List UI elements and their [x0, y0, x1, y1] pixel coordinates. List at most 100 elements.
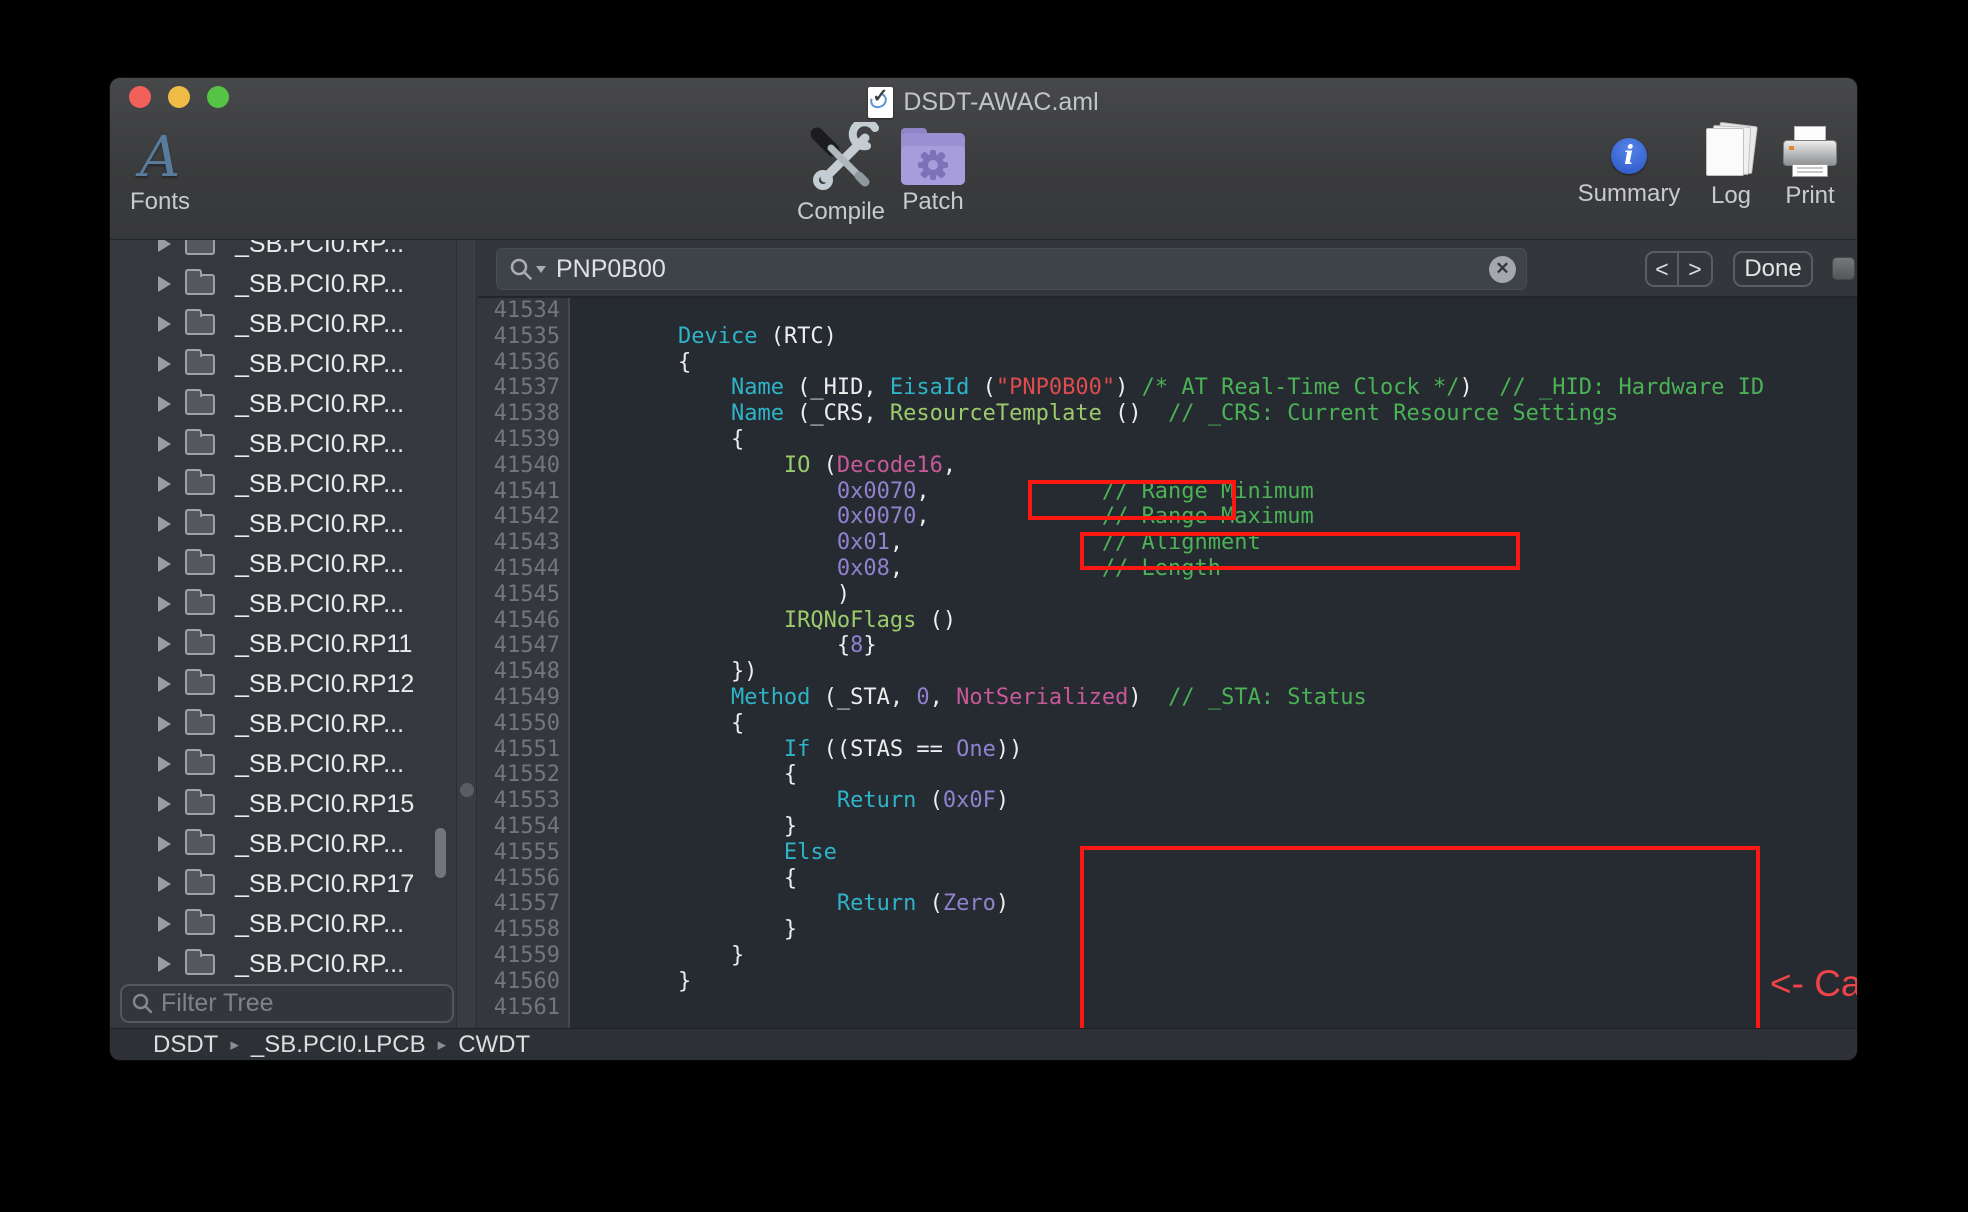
tree-row[interactable]: _SB.PCI0.RP17	[110, 864, 456, 904]
line-number: 41540	[478, 453, 560, 479]
code-line: Else	[572, 840, 1857, 866]
disclosure-triangle-icon[interactable]	[158, 596, 171, 612]
find-previous-button[interactable]: <	[1647, 253, 1679, 285]
folder-icon	[185, 954, 215, 975]
minimize-button[interactable]	[168, 86, 190, 108]
filter-field[interactable]	[120, 984, 454, 1023]
tree-item-label: _SB.PCI0.RP...	[235, 240, 404, 259]
disclosure-triangle-icon[interactable]	[158, 276, 171, 292]
toolbar-compile-button[interactable]: Compile	[796, 122, 886, 226]
tree-item-label: _SB.PCI0.RP...	[235, 550, 404, 579]
disclosure-triangle-icon[interactable]	[158, 556, 171, 572]
find-next-button[interactable]: >	[1679, 253, 1711, 285]
line-number: 41542	[478, 504, 560, 530]
disclosure-triangle-icon[interactable]	[158, 716, 171, 732]
disclosure-triangle-icon[interactable]	[158, 516, 171, 532]
tree-row[interactable]: _SB.PCI0.RP...	[110, 744, 456, 784]
tree-row[interactable]: _SB.PCI0.RP...	[110, 264, 456, 304]
code-lines: Device (RTC) { Name (_HID, EisaId ("PNP0…	[572, 298, 1857, 1028]
disclosure-triangle-icon[interactable]	[158, 240, 171, 252]
line-number: 41547	[478, 633, 560, 659]
sidebar-scrollbar[interactable]	[435, 828, 446, 878]
disclosure-triangle-icon[interactable]	[158, 476, 171, 492]
tree-row[interactable]: _SB.PCI0.RP...	[110, 824, 456, 864]
annotation-note: <- Can easily be enabled	[1770, 963, 1857, 1005]
disclosure-triangle-icon[interactable]	[158, 316, 171, 332]
disclosure-triangle-icon[interactable]	[158, 396, 171, 412]
tree-row[interactable]: _SB.PCI0.RP12	[110, 664, 456, 704]
folder-icon	[185, 274, 215, 295]
disclosure-triangle-icon[interactable]	[158, 356, 171, 372]
splitter-handle-icon[interactable]	[460, 783, 474, 797]
folder-icon	[185, 394, 215, 415]
disclosure-triangle-icon[interactable]	[158, 836, 171, 852]
toolbar-log-button[interactable]: Log	[1701, 124, 1761, 210]
folder-icon	[185, 874, 215, 895]
toolbar-fonts-button[interactable]: A Fonts	[124, 130, 196, 216]
editor-pane: ✕ < > Done Replace 415344153541536415374…	[478, 240, 1857, 1028]
line-number: 41536	[478, 350, 560, 376]
breadcrumb-root[interactable]: DSDT	[153, 1031, 218, 1059]
tree-row[interactable]: _SB.PCI0.RP...	[110, 944, 456, 980]
tree-row[interactable]: _SB.PCI0.RP...	[110, 344, 456, 384]
toolbar-patch-button[interactable]: Patch	[898, 128, 968, 216]
line-number: 41556	[478, 866, 560, 892]
line-number: 41548	[478, 659, 560, 685]
find-input[interactable]	[556, 255, 1489, 284]
tree-row[interactable]: _SB.PCI0.RP...	[110, 240, 456, 264]
close-button[interactable]	[129, 86, 151, 108]
code-line: {	[572, 350, 1857, 376]
tree-row[interactable]: _SB.PCI0.RP...	[110, 304, 456, 344]
app-window: ✓ DSDT-AWAC.aml A Fonts Compile	[110, 78, 1857, 1060]
breadcrumb-separator-icon: ▸	[230, 1035, 239, 1055]
find-field[interactable]: ✕	[496, 248, 1527, 290]
tree-row[interactable]: _SB.PCI0.RP11	[110, 624, 456, 664]
search-scope-chevron-icon[interactable]	[536, 266, 546, 273]
folder-icon	[185, 674, 215, 695]
code-line: IRQNoFlags ()	[572, 608, 1857, 634]
folder-icon	[185, 514, 215, 535]
tree-item-label: _SB.PCI0.RP12	[235, 670, 414, 699]
code-line: 0x0070, // Range Minimum	[572, 479, 1857, 505]
code-editor[interactable]: 4153441535415364153741538415394154041541…	[478, 298, 1857, 1028]
tree-row[interactable]: _SB.PCI0.RP...	[110, 544, 456, 584]
disclosure-triangle-icon[interactable]	[158, 916, 171, 932]
line-number: 41534	[478, 298, 560, 324]
compile-icon	[801, 122, 881, 196]
disclosure-triangle-icon[interactable]	[158, 956, 171, 972]
zoom-button[interactable]	[207, 86, 229, 108]
line-number: 41545	[478, 582, 560, 608]
disclosure-triangle-icon[interactable]	[158, 436, 171, 452]
code-line: 0x0070, // Range Maximum	[572, 504, 1857, 530]
disclosure-triangle-icon[interactable]	[158, 676, 171, 692]
breadcrumb-leaf[interactable]: CWDT	[458, 1031, 530, 1059]
code-line: {8}	[572, 633, 1857, 659]
line-number: 41554	[478, 814, 560, 840]
disclosure-triangle-icon[interactable]	[158, 876, 171, 892]
breadcrumb-scope[interactable]: _SB.PCI0.LPCB	[251, 1031, 426, 1059]
filter-search-icon	[132, 993, 153, 1014]
disclosure-triangle-icon[interactable]	[158, 756, 171, 772]
disclosure-triangle-icon[interactable]	[158, 796, 171, 812]
tree-row[interactable]: _SB.PCI0.RP...	[110, 464, 456, 504]
toolbar-summary-button[interactable]: i Summary	[1584, 138, 1674, 208]
tree-row[interactable]: _SB.PCI0.RP...	[110, 384, 456, 424]
clear-search-button[interactable]: ✕	[1489, 256, 1516, 283]
tree-row[interactable]: _SB.PCI0.RP...	[110, 584, 456, 624]
line-number: 41560	[478, 969, 560, 995]
tree-row[interactable]: _SB.PCI0.RP...	[110, 704, 456, 744]
filter-tree-input[interactable]	[161, 989, 452, 1018]
replace-checkbox[interactable]	[1832, 257, 1855, 280]
tree-row[interactable]: _SB.PCI0.RP15	[110, 784, 456, 824]
tree-row[interactable]: _SB.PCI0.RP...	[110, 504, 456, 544]
code-line: Name (_CRS, ResourceTemplate () // _CRS:…	[572, 401, 1857, 427]
code-line: If ((STAS == One))	[572, 737, 1857, 763]
disclosure-triangle-icon[interactable]	[158, 636, 171, 652]
tree-row[interactable]: _SB.PCI0.RP...	[110, 424, 456, 464]
done-button[interactable]: Done	[1733, 251, 1813, 287]
log-label: Log	[1711, 182, 1751, 210]
tree-row[interactable]: _SB.PCI0.RP...	[110, 904, 456, 944]
toolbar-print-button[interactable]: Print	[1778, 126, 1842, 210]
find-prev-next-control: < >	[1645, 251, 1713, 287]
pane-splitter[interactable]	[456, 240, 477, 1028]
